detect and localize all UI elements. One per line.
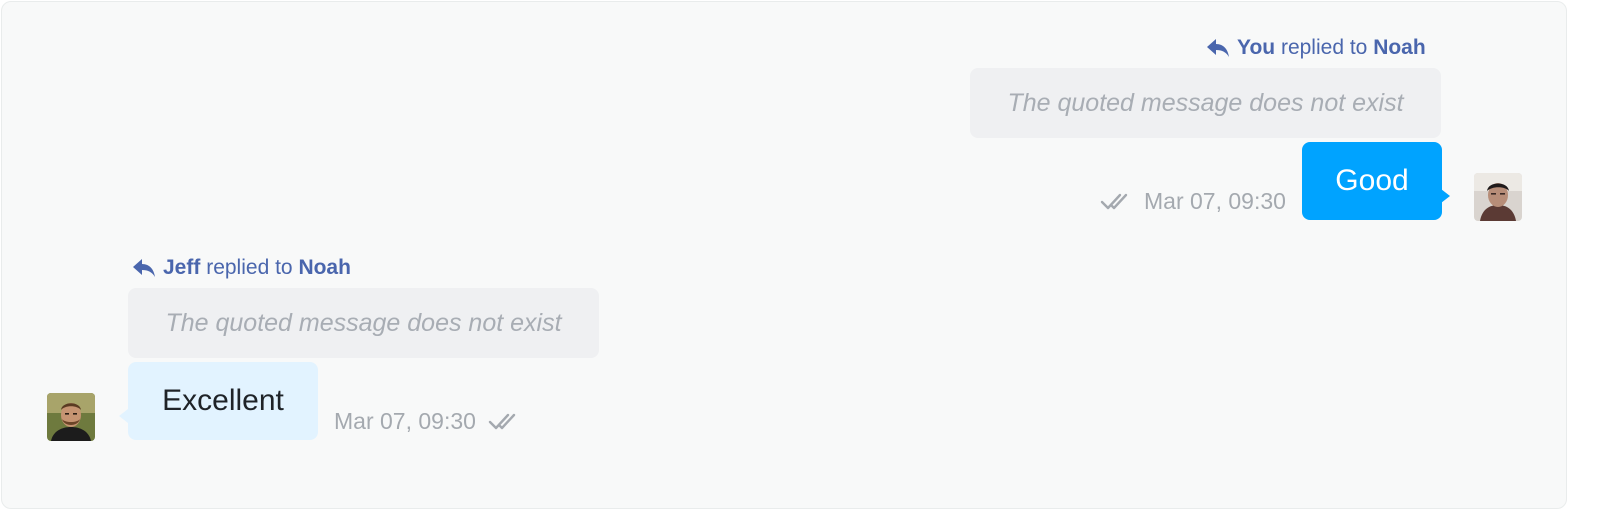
reply-header: You replied to Noah (1205, 34, 1426, 62)
reply-verb: replied to (1280, 36, 1368, 59)
message-text: Good (1335, 164, 1409, 197)
reply-arrow-icon (133, 259, 155, 277)
bubble-tail (1441, 189, 1450, 203)
message-meta: Mar 07, 09:30 (334, 406, 520, 436)
quoted-message-text: The quoted message does not exist (165, 308, 562, 337)
outgoing-message-bubble[interactable]: Good (1302, 142, 1442, 220)
reply-actor[interactable]: You (1237, 36, 1275, 59)
avatar[interactable] (47, 393, 95, 441)
message-text: Excellent (162, 384, 284, 417)
double-check-icon (1100, 193, 1128, 210)
avatar-photo (47, 393, 95, 441)
reply-target[interactable]: Noah (1373, 36, 1426, 59)
reply-verb: replied to (206, 256, 293, 279)
message-meta: Mar 07, 09:30 (1100, 186, 1286, 216)
quoted-message[interactable]: The quoted message does not exist (970, 68, 1441, 138)
chat-panel: You replied to Noah The quoted message d… (1, 1, 1567, 509)
reply-actor[interactable]: Jeff (163, 256, 200, 279)
reply-arrow-icon (1207, 39, 1229, 57)
bubble-tail (119, 409, 128, 423)
quoted-message[interactable]: The quoted message does not exist (128, 288, 599, 358)
avatar[interactable] (1474, 173, 1522, 221)
reply-header: Jeff replied to Noah (131, 254, 351, 282)
reply-target[interactable]: Noah (298, 256, 351, 279)
avatar-photo (1474, 173, 1522, 221)
incoming-message-bubble[interactable]: Excellent (128, 362, 318, 440)
double-check-icon (488, 413, 516, 430)
quoted-message-text: The quoted message does not exist (1007, 88, 1404, 117)
message-time: Mar 07, 09:30 (334, 407, 476, 434)
message-time: Mar 07, 09:30 (1144, 187, 1286, 214)
